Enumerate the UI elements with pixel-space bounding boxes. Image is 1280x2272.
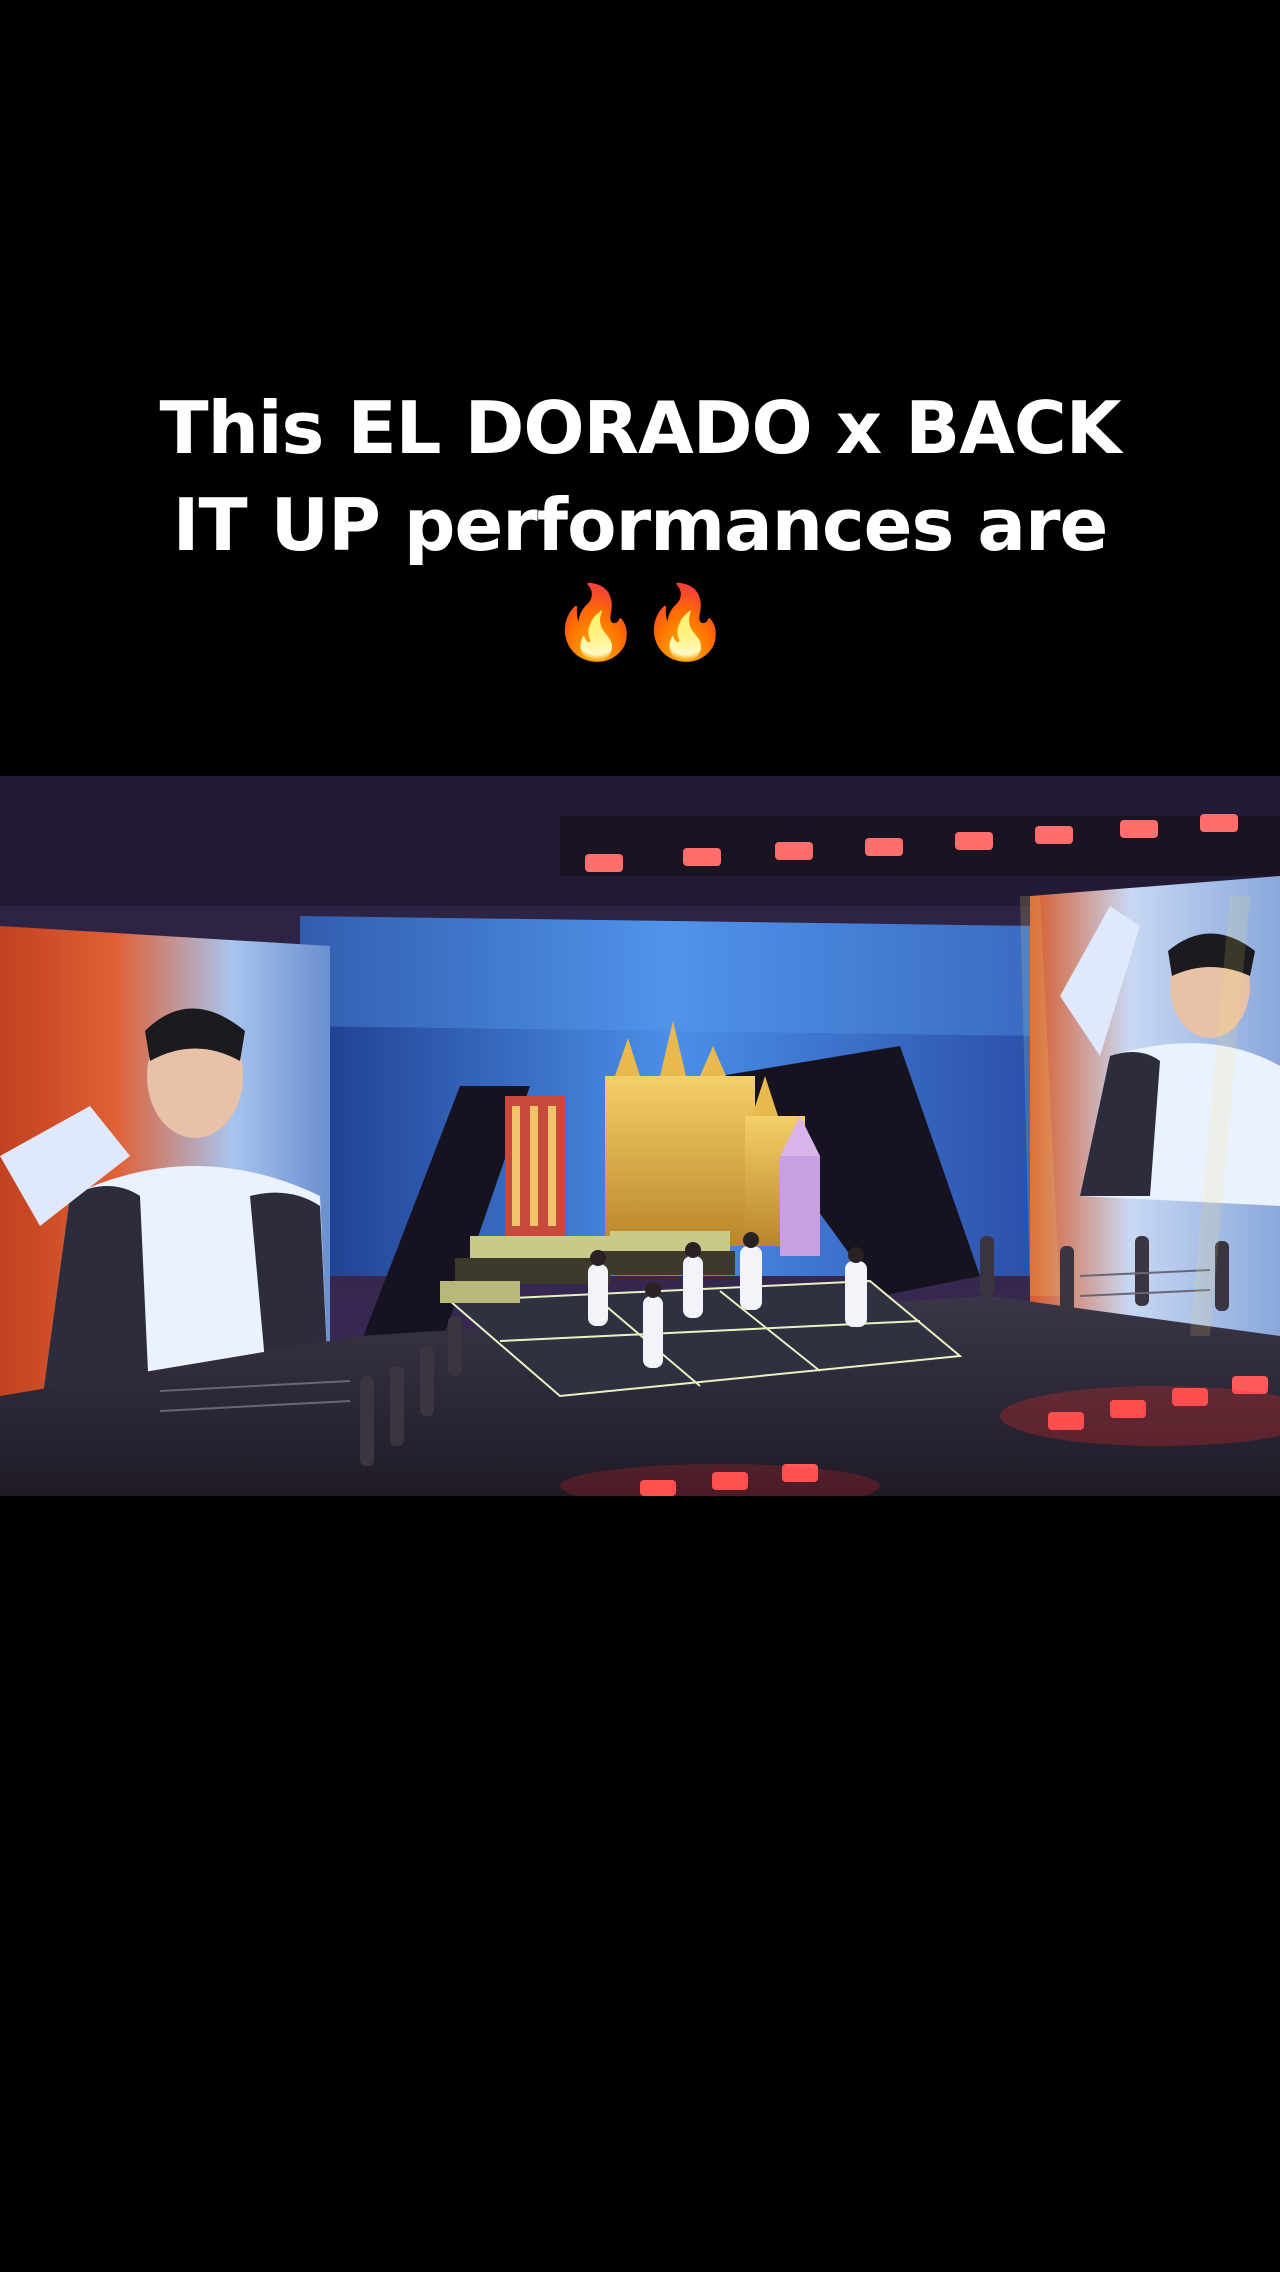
concert-video-frame[interactable] bbox=[0, 776, 1280, 1496]
concert-stage-scene bbox=[0, 776, 1280, 1496]
video-caption: This EL DORADO x BACK IT UP performances… bbox=[159, 386, 1121, 664]
